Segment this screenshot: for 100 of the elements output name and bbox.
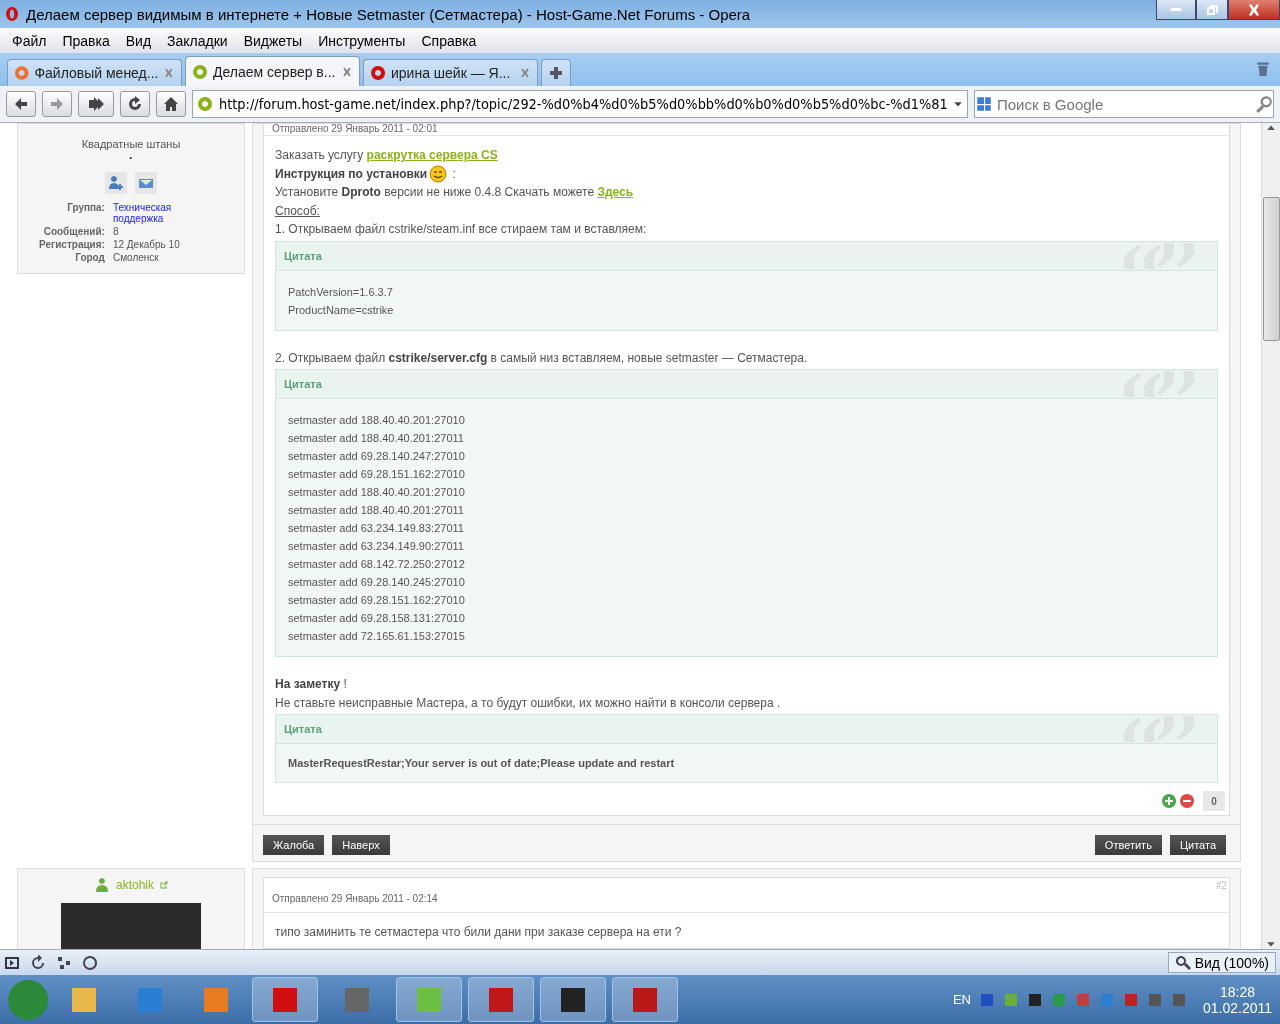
post-number: #2 [1215, 880, 1228, 892]
taskbar-app-button[interactable] [540, 977, 606, 1022]
browser-tab[interactable]: Делаем сервер в... [185, 56, 360, 86]
post-action-button[interactable]: Цитата [1169, 835, 1226, 856]
quote-line: setmaster add 188.40.40.201:27011 [288, 431, 465, 447]
minimize-icon [1171, 8, 1181, 11]
site-icon [192, 63, 208, 80]
close-icon [341, 65, 353, 78]
quote-label: Цитата [284, 378, 322, 391]
menu-item[interactable]: Виджеты [235, 32, 311, 49]
add-friend-button[interactable] [105, 172, 127, 194]
tray-icon [978, 991, 995, 1008]
quote-line: setmaster add 188.40.40.201:27010 [288, 413, 466, 429]
back-button[interactable] [6, 91, 36, 117]
browser-tab[interactable]: Файловый менед... [7, 59, 182, 86]
close-button[interactable] [1228, 0, 1280, 20]
post-text: Установите Dproto версии не ниже 0.4.8 Скачать можете [275, 185, 596, 200]
clock-date: 01.02.2011 [1202, 999, 1272, 1016]
close-icon [163, 67, 175, 79]
network-icon [56, 954, 72, 971]
home-button[interactable] [156, 91, 186, 117]
search-icon [1255, 95, 1273, 113]
site-icon [14, 65, 30, 81]
author-dot: · [129, 154, 133, 162]
search-box[interactable]: Поиск в Google [974, 90, 1274, 118]
address-field[interactable]: http://forum.host-game.net/index.php?/topic/292-%d0%b4%d0%b5%d0%bb%d0%b0%d0%b5%d0%bc-%d1%81 [192, 90, 968, 118]
post-text: Инструкция по установки [275, 166, 428, 181]
tray-icon [1026, 991, 1043, 1008]
post-text: : [451, 166, 456, 181]
browser-tab[interactable]: ирина шейк — Я... [363, 59, 538, 86]
post-action-button[interactable]: Жалоба [263, 835, 325, 856]
field-value[interactable]: Техническая поддержка [112, 202, 223, 224]
tray-icon [1074, 991, 1091, 1008]
quote-line: setmaster add 69.28.158.131:27010 [288, 611, 466, 627]
quote-line: setmaster add 69.28.151.162:27010 [288, 593, 466, 609]
reload-button[interactable] [120, 91, 150, 117]
post-text: Заказать услугу [275, 148, 365, 162]
scrollbar[interactable] [1261, 123, 1280, 949]
quote-line: setmaster add 69.28.140.245:27010 [288, 575, 466, 591]
post-text: 2. Открываем файл cstrike/server.cfg в самый низ вставляем, новые setmaster — Сетмастера. [275, 350, 808, 365]
field-label: Город [74, 252, 105, 263]
post-text: 1. Открываем файл cstrike/steam.inf все стираем там и вставляем: [275, 222, 647, 237]
new-tab-button[interactable] [541, 59, 571, 86]
quote-line: setmaster add 188.40.40.201:27010 [288, 485, 466, 501]
menu-item[interactable]: Вид [117, 32, 160, 49]
plus-icon [1161, 793, 1177, 810]
post-date: Отправлено 29 Январь 2011 - 02:01 [264, 124, 1229, 136]
quote-line: setmaster add 69.28.151.162:27010 [288, 467, 466, 483]
add-user-icon [108, 175, 124, 191]
opera-logo-icon [4, 6, 20, 22]
quote-line: setmaster add 63.234.149.83:27011 [288, 521, 465, 537]
tray-icon [1146, 991, 1163, 1008]
fast-forward-button[interactable] [78, 91, 114, 117]
post-action-button[interactable]: Ответить [1094, 835, 1162, 856]
quote-line: ProductName=cstrike [288, 302, 395, 318]
rating-count: 0 [1203, 791, 1225, 812]
sync-icon [30, 954, 46, 971]
fast-forward-icon [88, 96, 104, 112]
tray-icon [1002, 991, 1019, 1008]
site-icon [370, 65, 386, 81]
user-icon [94, 877, 110, 894]
menu-item[interactable]: Правка [54, 32, 118, 49]
tray-icon [1122, 991, 1139, 1008]
quote-label: Цитата [284, 723, 322, 736]
forward-button[interactable] [42, 91, 72, 117]
field-label: Группа: [66, 202, 105, 215]
field-value: 12 Декабрь 10 [112, 239, 181, 250]
post-text: Способ: [275, 203, 320, 218]
arrow-right-icon [49, 96, 65, 112]
message-button[interactable] [135, 172, 157, 194]
block-icon [82, 954, 98, 971]
quote-line: PatchVersion=1.6.3.7 [288, 284, 394, 300]
home-icon [163, 96, 179, 112]
minimize-button[interactable] [1156, 0, 1196, 20]
language-indicator[interactable]: EN [952, 992, 971, 1007]
zoom-button[interactable]: Вид (100%) [1167, 952, 1276, 973]
menu-item[interactable]: Закладки [159, 32, 236, 49]
quote-line: setmaster add 63.234.149.90:27011 [288, 539, 465, 555]
post-text: Не ставьте неисправные Мастера, а то будут ошибки, их можно найти в консоли сервера . [275, 695, 781, 710]
post-action-button[interactable]: Наверх [332, 835, 390, 856]
tray-icon [1098, 991, 1115, 1008]
tray-icon [1050, 991, 1067, 1008]
menu-item[interactable]: Инструменты [310, 32, 414, 49]
reload-icon [127, 96, 143, 112]
arrow-left-icon [13, 96, 29, 112]
scrollbar-thumb[interactable] [1262, 197, 1280, 341]
quote-line: setmaster add 188.40.40.201:27011 [288, 503, 465, 519]
external-link-icon [160, 881, 168, 890]
menu-item[interactable]: Справка [413, 32, 485, 49]
post-date: Отправлено 29 Январь 2011 - 02:14 [271, 892, 439, 907]
site-icon [197, 96, 213, 112]
google-logo-icon [975, 95, 993, 113]
maximize-button[interactable] [1196, 0, 1228, 20]
tray-icon [1170, 991, 1187, 1008]
quote-label: Цитата [284, 249, 322, 262]
field-value: 8 [112, 226, 120, 237]
clock-time: 18:28 [1219, 983, 1255, 1000]
menu-item[interactable]: Файл [4, 32, 55, 49]
quote-line: setmaster add 72.165.61.153:27015 [288, 629, 466, 645]
dropdown-caret-icon [953, 99, 963, 109]
